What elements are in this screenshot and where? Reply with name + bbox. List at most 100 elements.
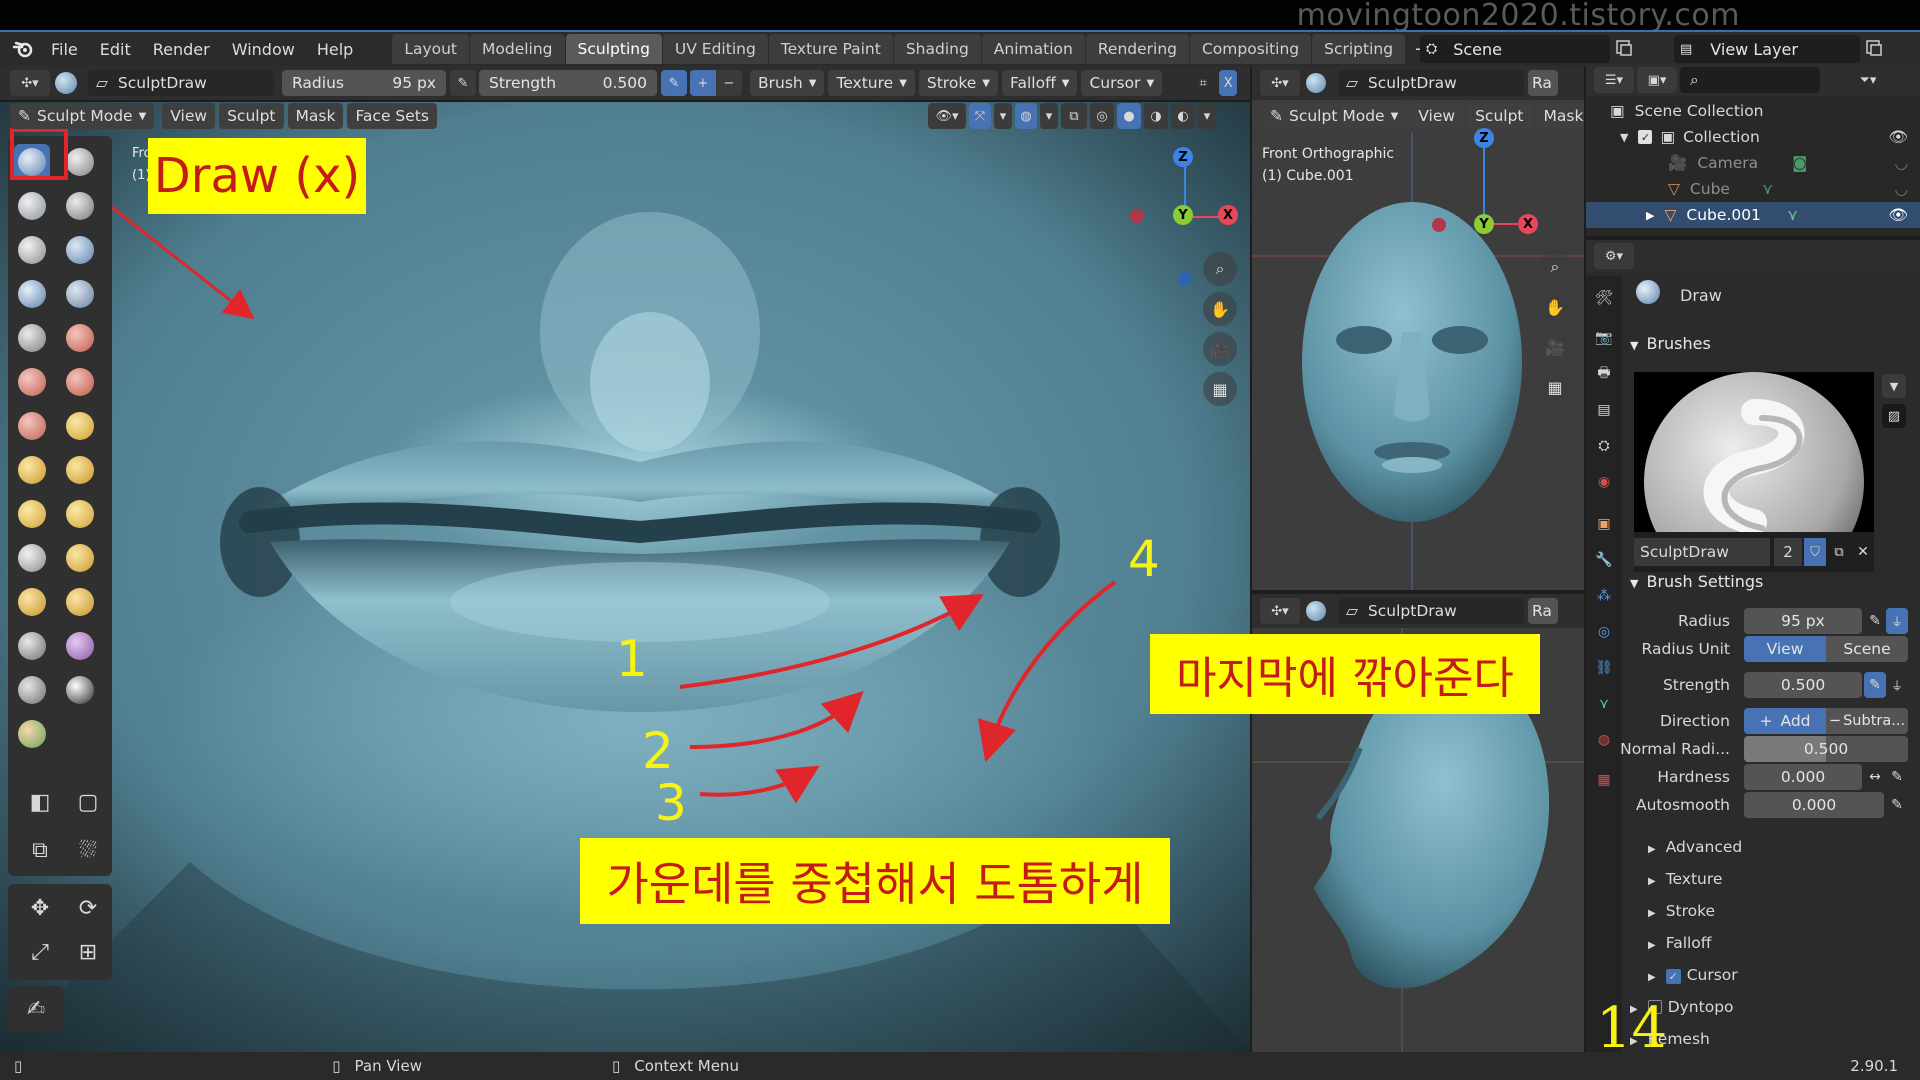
gizmo-z-axis[interactable]: Z: [1173, 147, 1193, 167]
direction-add-button[interactable]: + Add: [1744, 708, 1826, 734]
eye-icon[interactable]: 👁: [1888, 128, 1908, 146]
editor-type-icon[interactable]: ⚙▾: [1594, 243, 1634, 269]
view-layer-selector[interactable]: ▤ View Layer: [1674, 35, 1860, 63]
radius-field-truncated[interactable]: Ra: [1528, 598, 1558, 624]
gizmo-y-axis[interactable]: Y: [1173, 205, 1193, 225]
invert-hardness-icon[interactable]: ↔: [1864, 764, 1886, 790]
material-shading-icon[interactable]: ◑: [1144, 103, 1168, 129]
brush-datablock[interactable]: ▱ SculptDraw: [1338, 598, 1524, 624]
radius-input[interactable]: 95 px: [1744, 608, 1862, 634]
tool-rotate[interactable]: [14, 584, 50, 620]
gizmo-neg-x-axis[interactable]: [1130, 209, 1144, 223]
radius-field[interactable]: Radius 95 px: [282, 70, 446, 96]
tool-cloth[interactable]: [62, 628, 98, 664]
stroke-subpanel[interactable]: ▶ Stroke: [1648, 902, 1715, 920]
tab-animation[interactable]: Animation: [981, 34, 1085, 64]
radius-pressure-icon[interactable]: ✎: [450, 70, 476, 96]
menu-help[interactable]: Help: [306, 40, 364, 59]
strength-pressure-icon[interactable]: ✎: [661, 70, 687, 96]
brush-tool-icon[interactable]: [53, 70, 79, 96]
texture-subpanel[interactable]: ▶ Texture: [1648, 870, 1722, 888]
brush-tool-icon[interactable]: [1303, 598, 1329, 624]
wireframe-shading-icon[interactable]: ◎: [1090, 103, 1114, 129]
menu-render[interactable]: Render: [142, 40, 221, 59]
chevron-down-icon[interactable]: ▾: [1040, 103, 1058, 129]
tool-snake-hook[interactable]: [14, 496, 50, 532]
gizmo-y-axis[interactable]: Y: [1474, 214, 1494, 234]
tool-fill[interactable]: [14, 364, 50, 400]
tab-layout[interactable]: Layout: [392, 34, 470, 64]
fake-user-shield-icon[interactable]: ⛉: [1804, 538, 1826, 566]
editor-type-icon[interactable]: ✣▾: [10, 70, 50, 96]
advanced-subpanel[interactable]: ▶ Advanced: [1648, 838, 1742, 856]
tool-thumb[interactable]: [62, 496, 98, 532]
editor-type-icon[interactable]: ☰▾: [1594, 67, 1634, 93]
tool-inflate[interactable]: [62, 232, 98, 268]
tab-compositing[interactable]: Compositing: [1189, 34, 1312, 64]
rendered-shading-icon[interactable]: ◐: [1171, 103, 1195, 129]
object-tab-icon[interactable]: ▣: [1590, 510, 1618, 538]
physics-tab-icon[interactable]: ◎: [1590, 618, 1618, 646]
tab-scripting[interactable]: Scripting: [1312, 34, 1406, 64]
radius-unit-view[interactable]: View: [1744, 636, 1826, 662]
output-tab-icon[interactable]: 🖶: [1590, 360, 1618, 388]
display-mode-icon[interactable]: ▣▾: [1637, 67, 1677, 93]
tool-boundary[interactable]: [14, 628, 50, 664]
cursor-menu[interactable]: Cursor ▼: [1081, 70, 1163, 96]
tool-scrape[interactable]: [62, 364, 98, 400]
camera-view-icon[interactable]: 🎥: [1538, 330, 1572, 364]
lasso-mask-icon[interactable]: ▢: [70, 784, 106, 820]
filter-icon[interactable]: ⏷▾: [1848, 67, 1888, 93]
tool-draw-face-sets[interactable]: [14, 716, 50, 752]
eye-icon[interactable]: 👁: [1888, 206, 1908, 224]
gizmo-neg-z-axis[interactable]: [1178, 272, 1192, 286]
symmetry-icon[interactable]: ⌗: [1190, 70, 1216, 96]
brushes-panel-header[interactable]: ▼ Brushes: [1630, 334, 1711, 353]
rotate-icon[interactable]: ⟳: [70, 890, 106, 926]
autosmooth-input[interactable]: 0.000: [1744, 792, 1884, 818]
gizmo-z-axis[interactable]: Z: [1474, 128, 1494, 148]
strength-scale-icon[interactable]: ⏚: [1886, 672, 1908, 698]
tab-texture-paint[interactable]: Texture Paint: [768, 34, 893, 64]
data-tab-icon[interactable]: ⋎: [1590, 690, 1618, 718]
radius-field-truncated[interactable]: Ra: [1528, 70, 1558, 96]
gizmo-x-axis[interactable]: X: [1218, 205, 1238, 225]
navigation-gizmo[interactable]: Z Y X: [1120, 142, 1240, 286]
tool-mask[interactable]: [62, 672, 98, 708]
tool-blob[interactable]: [14, 276, 50, 312]
xray-toggle-icon[interactable]: ⧉: [1061, 103, 1087, 129]
hardness-pressure-icon[interactable]: ✎: [1886, 764, 1908, 790]
texture-menu[interactable]: Texture ▼: [828, 70, 915, 96]
tab-sculpting[interactable]: Sculpting: [565, 34, 662, 64]
sculpt-menu[interactable]: Sculpt: [219, 103, 284, 129]
constraints-tab-icon[interactable]: ⛓: [1590, 654, 1618, 682]
mesh-filter-icon[interactable]: ⛆: [70, 832, 106, 868]
outliner-cube-001[interactable]: ▶ ▽ Cube.001 ⋎ 👁: [1586, 202, 1920, 228]
box-mask-icon[interactable]: ◧: [22, 784, 58, 820]
gizmo-toggle-icon[interactable]: ⤧: [969, 103, 991, 129]
face-sets-menu[interactable]: Face Sets: [347, 103, 437, 129]
brush-image-icon[interactable]: ▨: [1882, 404, 1906, 428]
view-layer-tab-icon[interactable]: ▤: [1590, 396, 1618, 424]
tool-flatten[interactable]: [62, 320, 98, 356]
scene-selector[interactable]: ⛭ Scene: [1420, 35, 1610, 63]
menu-file[interactable]: File: [40, 40, 89, 59]
ortho-grid-icon[interactable]: ▦: [1203, 372, 1237, 406]
move-icon[interactable]: ✥: [22, 890, 58, 926]
editor-type-icon[interactable]: ✣▾: [1260, 70, 1300, 96]
outliner-cube[interactable]: ▽ Cube ⋎ ◡: [1586, 176, 1920, 202]
brush-datablock[interactable]: ▱ SculptDraw: [88, 70, 274, 96]
scale-icon[interactable]: ⤢: [22, 934, 58, 970]
tab-shading[interactable]: Shading: [893, 34, 981, 64]
tool-pose[interactable]: [14, 540, 50, 576]
zoom-icon[interactable]: ⌕: [1203, 252, 1237, 286]
brush-tool-icon[interactable]: [1303, 70, 1329, 96]
outliner-search-input[interactable]: ⌕: [1680, 67, 1820, 93]
hardness-input[interactable]: 0.000: [1744, 764, 1862, 790]
brush-preview[interactable]: SculptDraw 2 ⛉ ⧉ ✕: [1634, 372, 1874, 592]
falloff-menu[interactable]: Falloff ▼: [1002, 70, 1078, 96]
unlink-brush-icon[interactable]: ✕: [1852, 538, 1874, 566]
eye-closed-icon[interactable]: ◡: [1894, 154, 1908, 172]
brush-users-count[interactable]: 2: [1774, 538, 1802, 566]
pan-hand-icon[interactable]: ✋: [1203, 292, 1237, 326]
